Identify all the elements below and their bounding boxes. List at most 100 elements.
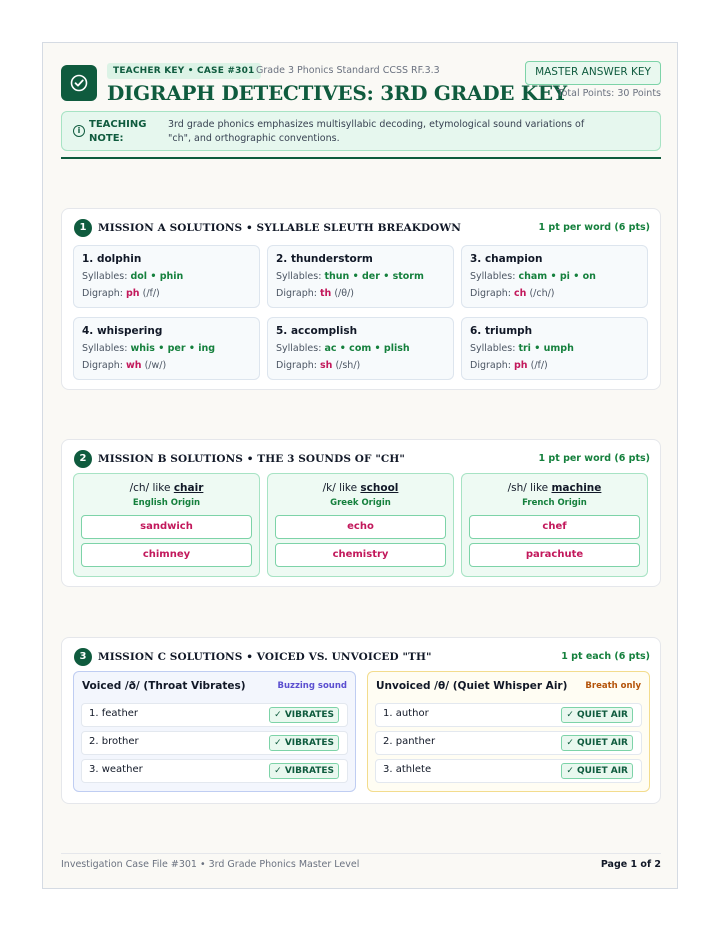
th-word-row: 1. author ✓ QUIET AIR bbox=[375, 703, 642, 727]
vibrates-badge: ✓ VIBRATES bbox=[269, 707, 339, 723]
total-points: Total Points: 30 Points bbox=[557, 88, 661, 99]
syllables-label: Syllables: bbox=[82, 271, 128, 282]
column-origin: French Origin bbox=[522, 498, 587, 508]
syllables-line: Syllables: whis • per • ing bbox=[82, 343, 215, 354]
syllables-line: Syllables: cham • pi • on bbox=[470, 271, 596, 282]
voiced-th-box: Voiced /ð/ (Throat Vibrates) Buzzing sou… bbox=[73, 671, 356, 792]
digraph-value: ph bbox=[514, 360, 528, 371]
syllables-value: cham • pi • on bbox=[518, 271, 596, 282]
syllables-label: Syllables: bbox=[470, 343, 516, 354]
teaching-note-label: TEACHING NOTE: bbox=[89, 119, 147, 144]
mission-a-card: 1 MISSION A SOLUTIONS • SYLLABLE SLEUTH … bbox=[61, 208, 661, 390]
digraph-line: Digraph: ch (/ch/) bbox=[470, 288, 555, 299]
vibrates-badge: ✓ VIBRATES bbox=[269, 763, 339, 779]
th-word-row: 2. brother ✓ VIBRATES bbox=[81, 731, 348, 755]
digraph-line: Digraph: ph (/f/) bbox=[82, 288, 160, 299]
syllables-line: Syllables: thun • der • storm bbox=[276, 271, 424, 282]
answer-word: sandwich bbox=[81, 515, 252, 539]
unvoiced-hint: Breath only bbox=[585, 681, 641, 691]
master-answer-key-button[interactable]: MASTER ANSWER KEY bbox=[525, 61, 661, 85]
digraph-label: Digraph: bbox=[82, 288, 123, 299]
digraph-label: Digraph: bbox=[82, 360, 123, 371]
th-word: 1. author bbox=[383, 708, 429, 719]
footer-case-file: Investigation Case File #301 • 3rd Grade… bbox=[61, 859, 360, 870]
vibrates-badge: ✓ VIBRATES bbox=[269, 735, 339, 751]
th-word: 3. athlete bbox=[383, 764, 432, 775]
teaching-note-text: 3rd grade phonics emphasizes multisyllab… bbox=[168, 119, 585, 144]
th-word: 2. brother bbox=[89, 736, 139, 747]
mission-title: MISSION A SOLUTIONS • SYLLABLE SLEUTH BR… bbox=[98, 222, 461, 234]
th-word: 2. panther bbox=[383, 736, 436, 747]
word-title: 4. whispering bbox=[82, 325, 163, 337]
column-example-word: chair bbox=[173, 482, 204, 494]
syllables-label: Syllables: bbox=[82, 343, 128, 354]
ch-sound-column: /sh/ like machine French Origin chef parach… bbox=[461, 473, 648, 577]
syllables-label: Syllables: bbox=[276, 271, 322, 282]
digraph-line: Digraph: th (/θ/) bbox=[276, 288, 354, 299]
word-card: 4. whispering Syllables: whis • per • ing… bbox=[73, 317, 260, 380]
syllables-value: whis • per • ing bbox=[130, 343, 216, 354]
voiced-hint: Buzzing sound bbox=[277, 681, 347, 691]
column-origin: Greek Origin bbox=[330, 498, 391, 508]
syllables-label: Syllables: bbox=[276, 343, 322, 354]
digraph-value: sh bbox=[320, 360, 333, 371]
syllables-line: Syllables: ac • com • plish bbox=[276, 343, 410, 354]
mission-title: MISSION B SOLUTIONS • THE 3 SOUNDS OF "C… bbox=[98, 453, 405, 465]
digraph-label: Digraph: bbox=[276, 360, 317, 371]
digraph-value: ch bbox=[514, 288, 527, 299]
th-word-row: 2. panther ✓ QUIET AIR bbox=[375, 731, 642, 755]
word-card: 6. triumph Syllables: tri • umph Digraph: … bbox=[461, 317, 648, 380]
syllables-value: ac • com • plish bbox=[324, 343, 410, 354]
th-word-row: 1. feather ✓ VIBRATES bbox=[81, 703, 348, 727]
info-icon: i bbox=[73, 125, 85, 137]
check-badge-icon bbox=[61, 65, 97, 101]
digraph-label: Digraph: bbox=[276, 288, 317, 299]
answer-word: echo bbox=[275, 515, 446, 539]
th-word-row: 3. weather ✓ VIBRATES bbox=[81, 759, 348, 783]
digraph-line: Digraph: ph (/f/) bbox=[470, 360, 548, 371]
column-sound: /ch/ like bbox=[129, 482, 171, 494]
word-title: 3. champion bbox=[470, 253, 543, 265]
word-card: 2. thunderstorm Syllables: thun • der • s… bbox=[267, 245, 454, 308]
column-example-word: machine bbox=[551, 482, 602, 494]
digraph-value: wh bbox=[126, 360, 142, 371]
unvoiced-th-box: Unvoiced /θ/ (Quiet Whisper Air) Breath … bbox=[367, 671, 650, 792]
header-divider bbox=[61, 157, 661, 159]
mission-number: 1 bbox=[74, 219, 92, 237]
mission-number: 2 bbox=[74, 450, 92, 468]
column-example-word: school bbox=[360, 482, 399, 494]
syllables-line: Syllables: tri • umph bbox=[470, 343, 574, 354]
word-card: 3. champion Syllables: cham • pi • on Digr… bbox=[461, 245, 648, 308]
column-sound: /k/ like bbox=[322, 482, 358, 494]
column-origin: English Origin bbox=[132, 498, 201, 508]
syllables-line: Syllables: dol • phin bbox=[82, 271, 183, 282]
footer: Investigation Case File #301 • 3rd Grade… bbox=[61, 853, 661, 875]
digraph-value: ph bbox=[126, 288, 140, 299]
word-card: 1. dolphin Syllables: dol • phin Digraph: … bbox=[73, 245, 260, 308]
digraph-sound: (/θ/) bbox=[334, 288, 354, 299]
syllables-value: dol • phin bbox=[130, 271, 184, 282]
ch-sound-column: /ch/ like chair English Origin sandwich chi… bbox=[73, 473, 260, 577]
teaching-note: i TEACHING NOTE: 3rd grade phonics empha… bbox=[61, 111, 661, 151]
header: TEACHER KEY • CASE #301 Grade 3 Phonics … bbox=[61, 61, 661, 161]
th-word-row: 3. athlete ✓ QUIET AIR bbox=[375, 759, 642, 783]
syllables-label: Syllables: bbox=[470, 271, 516, 282]
word-card: 5. accomplish Syllables: ac • com • plish… bbox=[267, 317, 454, 380]
quiet-air-badge: ✓ QUIET AIR bbox=[561, 707, 633, 723]
word-title: 1. dolphin bbox=[82, 253, 142, 265]
digraph-sound: (/f/) bbox=[142, 288, 160, 299]
page-title: DIGRAPH DETECTIVES: 3RD GRADE KEY bbox=[107, 81, 567, 105]
digraph-sound: (/w/) bbox=[144, 360, 167, 371]
answer-key-page: TEACHER KEY • CASE #301 Grade 3 Phonics … bbox=[42, 42, 678, 889]
digraph-value: th bbox=[320, 288, 332, 299]
mission-points: 1 pt per word (6 pts) bbox=[538, 222, 651, 233]
th-word: 1. feather bbox=[89, 708, 139, 719]
digraph-label: Digraph: bbox=[470, 288, 511, 299]
digraph-line: Digraph: sh (/sh/) bbox=[276, 360, 360, 371]
word-title: 5. accomplish bbox=[276, 325, 358, 337]
digraph-sound: (/sh/) bbox=[335, 360, 361, 371]
word-title: 2. thunderstorm bbox=[276, 253, 373, 265]
th-word: 3. weather bbox=[89, 764, 143, 775]
ch-sound-column: /k/ like school Greek Origin echo chemistry bbox=[267, 473, 454, 577]
quiet-air-badge: ✓ QUIET AIR bbox=[561, 735, 633, 751]
